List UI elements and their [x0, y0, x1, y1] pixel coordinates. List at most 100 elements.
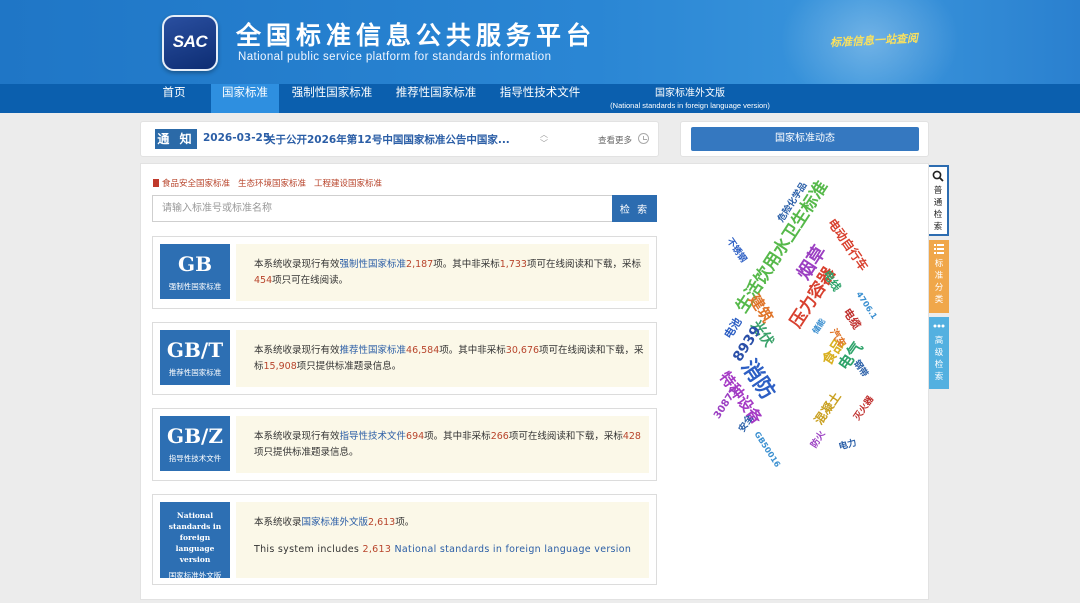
logo-text: SAC: [172, 32, 208, 51]
foreign-count: 2,613: [368, 517, 396, 528]
foreign-desc-en: This system includes 2,613 National stan…: [254, 542, 649, 558]
site-subtitle: National public service platform for sta…: [238, 51, 552, 63]
dynamics-panel: 国家标准动态: [680, 121, 929, 157]
site-header: SAC 全国标准信息公共服务平台 National public service…: [0, 0, 1080, 84]
notice-date[interactable]: 2026-03-25: [203, 132, 270, 144]
standard-description: 本系统收录现行有效指导性技术文件694项。其中非采标266项可在线阅读和下载，采…: [236, 416, 649, 473]
standard-link[interactable]: 推荐性国家标准: [340, 345, 407, 356]
tab-advanced-label: 高级检索: [934, 336, 944, 382]
dots-icon: [933, 324, 945, 328]
notice-more-link[interactable]: 查看更多: [598, 134, 632, 146]
tab-normal-search[interactable]: 普通检索: [929, 165, 949, 236]
standard-badge-gbz[interactable]: GB/Z 指导性技术文件: [160, 416, 230, 471]
notice-bar: 通 知 2026-03-25 关于公开2026年第12号中国国家标准公告中国家.…: [140, 121, 659, 157]
total-count: 2,187: [406, 259, 434, 270]
total-count: 46,584: [406, 345, 440, 356]
tab-advanced-search[interactable]: 高级检索: [929, 317, 949, 389]
nav-home[interactable]: 首页: [150, 84, 198, 113]
keyword-cloud-item[interactable]: 防火: [807, 428, 828, 451]
nav-foreign-label: 国家标准外文版: [655, 88, 725, 99]
notice-link[interactable]: 关于公开2026年第12号中国国家标准公告中国家...: [265, 132, 515, 147]
keyword-cloud-item[interactable]: 混凝土: [810, 388, 845, 428]
foreign-badge-cn: 国家标准外文版: [168, 571, 222, 580]
desc-text: 项。其中非采标: [433, 259, 500, 270]
quick-link-construction[interactable]: 工程建设国家标准: [314, 179, 382, 189]
flag-icon: [153, 179, 159, 187]
notice-tag: 通 知: [155, 129, 197, 149]
keyword-cloud-item[interactable]: 电力: [837, 435, 858, 452]
non-adopted-count: 1,733: [499, 259, 527, 270]
tab-category-label: 标准分类: [934, 259, 944, 305]
search-icon: [932, 170, 944, 182]
foreign-description: 本系统收录国家标准外文版2,613项。 This system includes…: [236, 502, 649, 578]
desc-text: 项。其中非采标: [439, 345, 506, 356]
standard-card-foreign: National standards in foreign language v…: [152, 494, 657, 585]
desc-text: 项。其中非采标: [424, 431, 491, 442]
desc-text: 项可在线阅读和下载，采标: [508, 431, 623, 442]
foreign-count-en: 2,613: [362, 544, 392, 555]
total-count: 694: [406, 431, 425, 442]
foreign-link[interactable]: 国家标准外文版: [302, 517, 369, 528]
adopted-count: 454: [254, 275, 273, 286]
adopted-count: 428: [622, 431, 641, 442]
nav-foreign-sublabel: (National standards in foreign language …: [610, 101, 770, 110]
nav-recommended-standards[interactable]: 推荐性国家标准: [390, 84, 482, 113]
standard-link[interactable]: 指导性技术文件: [340, 431, 407, 442]
foreign-desc-cn: 本系统收录国家标准外文版2,613项。: [254, 515, 649, 531]
standard-badge-gbt[interactable]: GB/T 推荐性国家标准: [160, 330, 230, 385]
standard-card-gbz: GB/Z 指导性技术文件 本系统收录现行有效指导性技术文件694项。其中非采标2…: [152, 408, 657, 481]
non-adopted-count: 266: [490, 431, 509, 442]
keyword-cloud-item[interactable]: 电动自行车: [824, 215, 872, 274]
desc-text: This system includes: [254, 544, 363, 555]
foreign-badge-en: National standards in foreign language v…: [168, 511, 222, 564]
list-icon: [934, 244, 944, 254]
non-adopted-count: 30,676: [505, 345, 540, 356]
tab-normal-label: 普通检索: [933, 186, 943, 232]
nav-guidance-documents[interactable]: 指导性技术文件: [494, 84, 586, 113]
notice-scroll-arrows-icon[interactable]: ︿ ﹀: [539, 130, 549, 148]
tab-category[interactable]: 标准分类: [929, 240, 949, 313]
standard-code: GB: [178, 252, 212, 276]
keyword-cloud-item[interactable]: 灭火器: [850, 393, 876, 423]
standard-dynamics-button[interactable]: 国家标准动态: [691, 127, 919, 151]
standard-type-name: 指导性技术文件: [168, 454, 222, 463]
keyword-cloud-item[interactable]: 不锈钢: [724, 235, 750, 265]
standard-type-name: 推荐性国家标准: [168, 368, 222, 377]
nav-mandatory-standards[interactable]: 强制性国家标准: [286, 84, 378, 113]
standard-card-gb: GB 强制性国家标准 本系统收录现行有效强制性国家标准2,187项。其中非采标1…: [152, 236, 657, 309]
standard-code: GB/T: [166, 338, 224, 362]
desc-text: 本系统收录: [254, 517, 302, 528]
desc-text: 项只提供标准题录信息。: [296, 361, 402, 372]
desc-text: 本系统收录现行有效: [254, 431, 340, 442]
standard-card-gbt: GB/T 推荐性国家标准 本系统收录现行有效推荐性国家标准46,584项。其中非…: [152, 322, 657, 395]
quick-links: 食品安全国家标准 生态环境国家标准 工程建设国家标准: [153, 177, 390, 189]
search-button[interactable]: 检 索: [612, 195, 657, 222]
standard-link[interactable]: 强制性国家标准: [340, 259, 407, 270]
quick-link-ecology[interactable]: 生态环境国家标准: [238, 179, 306, 189]
quick-link-food-safety[interactable]: 食品安全国家标准: [162, 179, 230, 189]
desc-text: 项只可在线阅读。: [272, 275, 349, 286]
nav-foreign-language[interactable]: 国家标准外文版 (National standards in foreign l…: [600, 88, 780, 111]
desc-text: National standards in foreign language v…: [391, 544, 632, 555]
site-title: 全国标准信息公共服务平台: [236, 21, 597, 50]
search-input[interactable]: [152, 195, 613, 222]
standard-description: 本系统收录现行有效强制性国家标准2,187项。其中非采标1,733项可在线阅读和…: [236, 244, 649, 301]
desc-text: 项只提供标准题录信息。: [254, 447, 359, 458]
standard-code: GB/Z: [167, 424, 223, 448]
keyword-cloud-item[interactable]: 电缆: [840, 305, 865, 332]
sac-logo[interactable]: SAC: [162, 15, 218, 71]
standard-type-name: 强制性国家标准: [168, 282, 222, 291]
main-nav: 首页 国家标准 强制性国家标准 推荐性国家标准 指导性技术文件 国家标准外文版 …: [0, 84, 1080, 113]
desc-text: 本系统收录现行有效: [254, 345, 340, 356]
desc-text: 本系统收录现行有效: [254, 259, 340, 270]
standard-badge-gb[interactable]: GB 强制性国家标准: [160, 244, 230, 299]
clock-icon: [638, 133, 649, 144]
adopted-count: 15,908: [263, 361, 297, 372]
keyword-cloud-item[interactable]: 储能: [810, 317, 828, 336]
keyword-cloud-item[interactable]: GB50016: [752, 430, 782, 469]
standard-description: 本系统收录现行有效推荐性国家标准46,584项。其中非采标30,676项可在线阅…: [236, 330, 649, 387]
keyword-cloud: 生活饮用水卫生标准 消防 烟草 压力容器 特种设备 建筑 光伏 电气 食品 8939 混凝土 电动自行…: [690, 175, 920, 468]
standard-badge-foreign[interactable]: National standards in foreign language v…: [160, 502, 230, 580]
nav-national-standards[interactable]: 国家标准: [211, 84, 279, 113]
desc-text: 项可在线阅读和下载，采标: [526, 259, 641, 270]
